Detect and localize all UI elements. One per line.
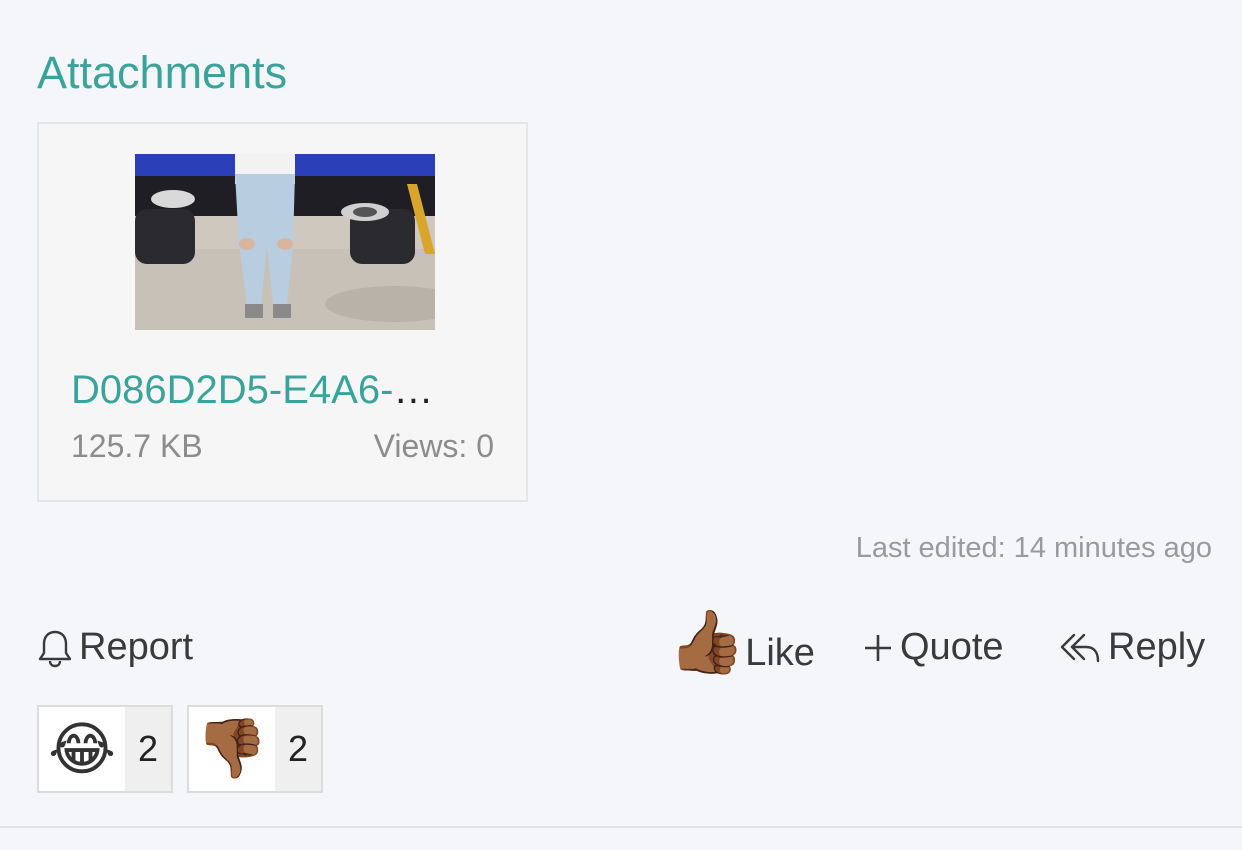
attachment-file-name[interactable]: D086D2D5-E4A6-… xyxy=(71,368,481,413)
reply-arrow-icon xyxy=(1058,629,1102,667)
quote-label: Quote xyxy=(900,626,1004,668)
attachments-heading: Attachments xyxy=(37,47,288,98)
like-label: Like xyxy=(745,632,815,674)
attachment-view-count: Views: 0 xyxy=(373,428,494,464)
attachment-thumbnail-image xyxy=(135,154,435,330)
thumbs-up-icon: 👍🏾 xyxy=(668,607,746,677)
report-label: Report xyxy=(79,626,194,668)
attachment-file-name-ellipsis: … xyxy=(393,368,434,412)
plus-icon xyxy=(862,632,894,664)
attachment-file-name-text[interactable]: D086D2D5-E4A6- xyxy=(71,368,393,412)
like-button[interactable]: 👍🏾 Like xyxy=(668,610,815,675)
reaction-thumbs-down[interactable]: 👎🏾 2 xyxy=(187,705,323,793)
attachment-file-size: 125.7 KB xyxy=(71,428,203,464)
tears-of-joy-emoji-icon: 😂 xyxy=(39,707,125,791)
post-divider xyxy=(0,826,1242,828)
reply-button[interactable]: Reply xyxy=(1058,626,1205,669)
reaction-tears-of-joy[interactable]: 😂 2 xyxy=(37,705,173,793)
reaction-count: 2 xyxy=(125,707,171,791)
reply-label: Reply xyxy=(1108,626,1206,668)
reaction-list: 😂 2 👎🏾 2 xyxy=(37,705,323,793)
attachment-card[interactable]: D086D2D5-E4A6-… 125.7 KB Views: 0 xyxy=(37,122,528,502)
reaction-count: 2 xyxy=(275,707,321,791)
last-edited-timestamp: Last edited: 14 minutes ago xyxy=(855,532,1212,564)
report-button[interactable]: Report xyxy=(37,626,193,669)
thumbs-down-emoji-icon: 👎🏾 xyxy=(189,707,275,791)
quote-button[interactable]: Quote xyxy=(862,626,1004,669)
attachment-thumbnail[interactable] xyxy=(135,154,435,330)
bell-icon xyxy=(37,628,73,668)
